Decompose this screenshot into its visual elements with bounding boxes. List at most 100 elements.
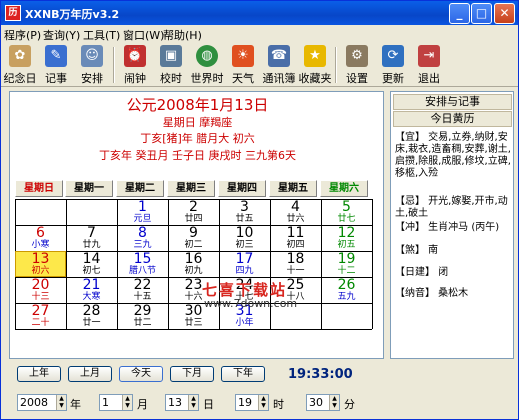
address-book-button[interactable]: ☎ 通讯簿 <box>262 44 296 86</box>
menu-program[interactable]: 程序(P) <box>4 27 41 43</box>
calendar-day-cell[interactable]: 20 十三 <box>16 278 65 302</box>
calendar-day-cell[interactable]: 4 廿六 <box>271 200 320 224</box>
computer-icon: ▣ <box>160 45 182 67</box>
day-number: 16 <box>184 251 203 267</box>
hour-spinner[interactable]: 19 ▲ ▼ <box>235 394 269 411</box>
day-number: 26 <box>337 277 356 293</box>
day-spinner[interactable]: 13 ▲ ▼ <box>165 394 199 411</box>
exit-door-icon: ⇥ <box>418 45 440 67</box>
calendar-day-cell[interactable]: 18 十一 <box>271 252 320 276</box>
almanac-rijian: 【日建】 闭 <box>395 267 449 278</box>
day-number: 4 <box>291 199 300 215</box>
calendar-day-cell[interactable]: 19 十二 <box>322 252 371 276</box>
today-button[interactable]: 今天 <box>119 366 163 382</box>
lunar-label: 四九 <box>235 266 254 276</box>
alarm-button[interactable]: ⏰ 闹钟 <box>118 44 152 86</box>
day-number: 3 <box>240 199 249 215</box>
calendar-day-cell[interactable]: 28 廿一 <box>67 304 116 328</box>
favorites-button[interactable]: ★ 收藏夹 <box>298 44 332 86</box>
close-button[interactable]: ✕ <box>494 3 515 24</box>
calendar-day-cell[interactable]: 3 廿五 <box>220 200 269 224</box>
spin-arrows-icon[interactable]: ▲ ▼ <box>329 395 339 410</box>
minute-spinner[interactable]: 30 ▲ ▼ <box>306 394 340 411</box>
spin-arrows-icon[interactable]: ▲ ▼ <box>188 395 198 410</box>
calendar-day-cell[interactable]: 22 十五 <box>118 278 167 302</box>
minute-unit: 分 <box>344 398 355 411</box>
calendar-day-cell[interactable]: 5 廿七 <box>322 200 371 224</box>
notes-button[interactable]: ✎ 记事 <box>39 44 73 86</box>
spin-arrows-icon[interactable]: ▲ ▼ <box>122 395 132 410</box>
calendar-day-cell[interactable]: 16 初九 <box>169 252 218 276</box>
day-number: 12 <box>337 225 356 241</box>
almanac-yi: 【宜】 交易,立券,纳财,安床,栽衣,造畜稠,安葬,谢土,启攒,除服,成服,修坟… <box>395 132 511 179</box>
calendar-day-cell[interactable]: 29 廿二 <box>118 304 167 328</box>
menu-help[interactable]: 帮助(H) <box>163 27 202 43</box>
exit-button[interactable]: ⇥ 退出 <box>412 44 446 86</box>
person-icon: ☺ <box>81 45 103 67</box>
weather-button[interactable]: ☀ 天气 <box>226 44 260 86</box>
calendar-day-cell[interactable]: 7 廿九 <box>67 226 116 250</box>
calendar-day-cell[interactable]: 15 腊八节 <box>118 252 167 276</box>
alarm-clock-icon: ⏰ <box>124 45 146 67</box>
lunar-label: 十二 <box>337 266 356 276</box>
weekday-sun: 星期日 <box>15 180 63 197</box>
maximize-button[interactable]: □ <box>471 3 492 24</box>
weekday-fri: 星期五 <box>269 180 317 197</box>
calendar-day-cell[interactable]: 13 初六 <box>15 251 66 277</box>
today-almanac-tab[interactable]: 今日黄历 <box>393 111 512 127</box>
time-sync-button[interactable]: ▣ 校时 <box>154 44 188 86</box>
lunar-label: 初九 <box>184 266 203 276</box>
calendar-day-cell[interactable]: 11 初四 <box>271 226 320 250</box>
main-window: 历 XXNB万年历v3.2 _ □ ✕ 程序(P) 查询(Y) 工具(T) 窗口… <box>0 0 519 420</box>
calendar-day-cell[interactable]: 21 大寒 <box>67 278 116 302</box>
spin-arrows-icon[interactable]: ▲ ▼ <box>56 395 66 410</box>
update-button[interactable]: ⟳ 更新 <box>376 44 410 86</box>
current-time: 19:33:00 <box>288 367 353 382</box>
grid-line <box>15 329 372 330</box>
anniversary-button[interactable]: ✿ 纪念日 <box>3 44 37 86</box>
day-number: 15 <box>133 251 152 267</box>
menu-window[interactable]: 窗口(W) <box>123 27 164 43</box>
toolbar-separator <box>113 47 115 83</box>
calendar-day-cell[interactable]: 10 初三 <box>220 226 269 250</box>
calendar-day-cell[interactable]: 1 元旦 <box>118 200 167 224</box>
day-number: 10 <box>235 225 254 241</box>
spin-arrows-icon[interactable]: ▲ ▼ <box>258 395 268 410</box>
next-year-button[interactable]: 下年 <box>221 366 265 382</box>
lunar-label: 大寒 <box>82 292 101 302</box>
almanac-chong: 【冲】 生肖冲马 (丙午) <box>395 222 500 233</box>
calendar-day-cell[interactable]: 6 小寒 <box>16 226 65 250</box>
menu-tools[interactable]: 工具(T) <box>83 27 120 43</box>
title-bar[interactable]: 历 XXNB万年历v3.2 _ □ ✕ <box>1 1 518 25</box>
prev-month-button[interactable]: 上月 <box>68 366 112 382</box>
weekday-sat: 星期六 <box>320 180 368 197</box>
settings-button[interactable]: ⚙ 设置 <box>340 44 374 86</box>
calendar-day-cell[interactable]: 12 初五 <box>322 226 371 250</box>
calendar-day-cell[interactable]: 17 四九 <box>220 252 269 276</box>
prev-year-button[interactable]: 上年 <box>17 366 61 382</box>
update-icon: ⟳ <box>382 45 404 67</box>
schedule-button[interactable]: ☺ 安排 <box>75 44 109 86</box>
month-unit: 月 <box>137 398 148 411</box>
lunar-label: 廿五 <box>235 214 254 224</box>
calendar-day-cell[interactable]: 9 初二 <box>169 226 218 250</box>
year-spinner[interactable]: 2008 ▲ ▼ <box>17 394 67 411</box>
month-spinner[interactable]: 1 ▲ ▼ <box>99 394 133 411</box>
schedule-notes-tab[interactable]: 安排与记事 <box>393 94 512 110</box>
lunar-label: 十五 <box>133 292 152 302</box>
calendar-day-cell[interactable]: 14 初七 <box>67 252 116 276</box>
calendar-day-cell[interactable]: 8 三九 <box>118 226 167 250</box>
calendar-panel: 公元2008年1月13日 星期日 摩羯座 丁亥[猪]年 腊月大 初六 丁亥年 癸… <box>9 91 384 359</box>
minimize-button[interactable]: _ <box>449 3 470 24</box>
world-time-button[interactable]: ◍ 世界时 <box>190 44 224 86</box>
toolbar-separator <box>335 47 337 83</box>
lunar-date: 丁亥[猪]年 腊月大 初六 <box>140 132 255 145</box>
calendar-day-cell[interactable]: 2 廿四 <box>169 200 218 224</box>
calendar-day-cell[interactable]: 27 二十 <box>16 304 65 328</box>
calendar-day-cell[interactable]: 26 五九 <box>322 278 371 302</box>
menu-query[interactable]: 查询(Y) <box>43 27 80 43</box>
lunar-label: 初三 <box>235 240 254 250</box>
lunar-label: 小年 <box>235 318 254 328</box>
year-unit: 年 <box>70 398 81 411</box>
next-month-button[interactable]: 下月 <box>170 366 214 382</box>
